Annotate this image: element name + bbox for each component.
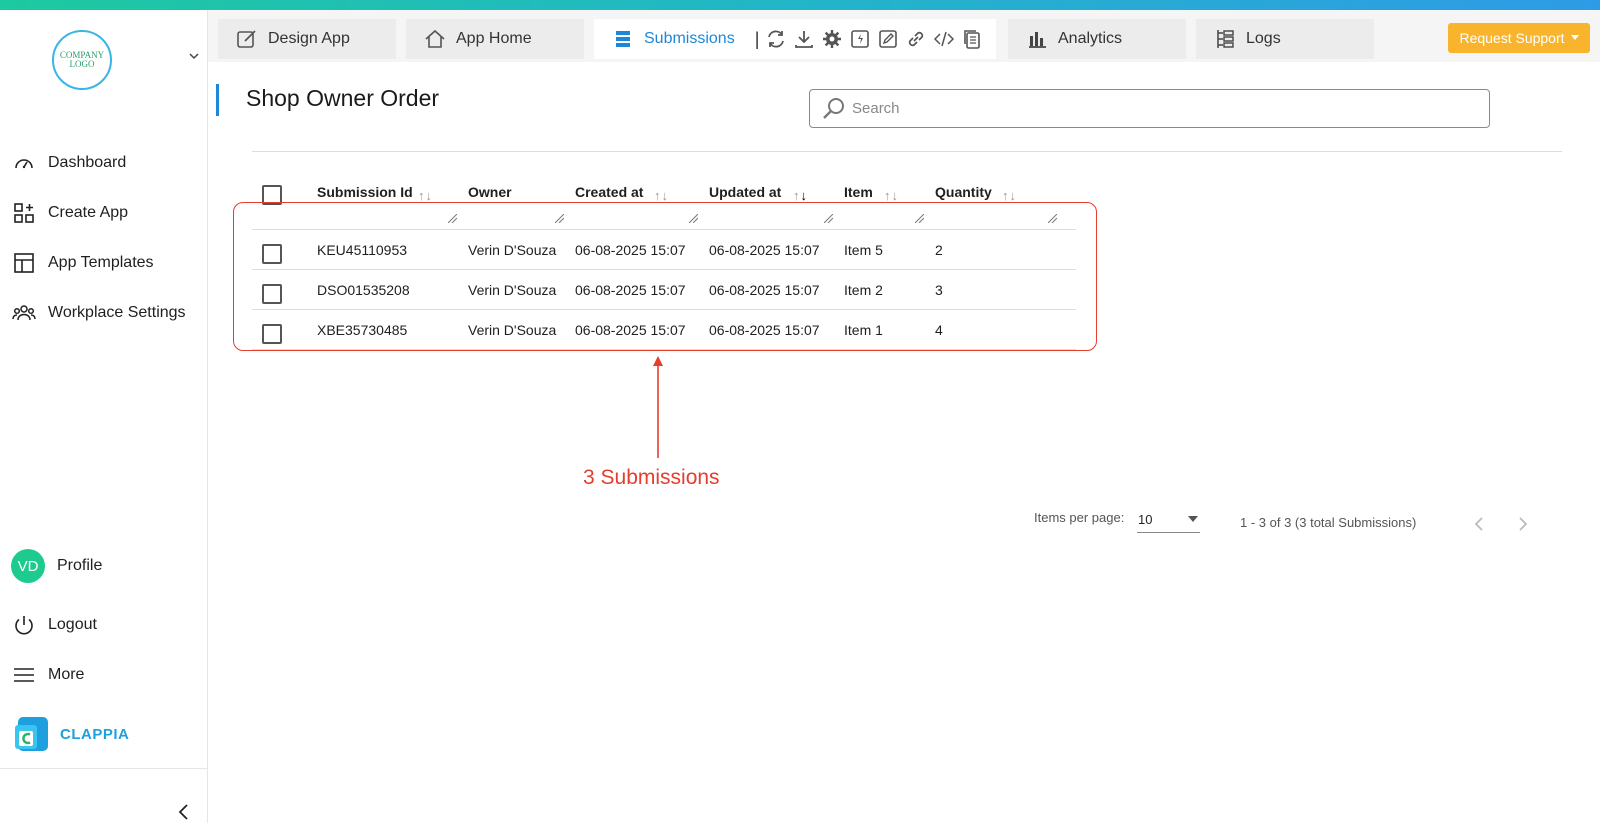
items-per-page-label: Items per page: bbox=[1034, 510, 1125, 525]
menu-icon bbox=[14, 668, 34, 682]
sort-icon[interactable]: ↑↓ bbox=[884, 188, 899, 203]
request-support-button[interactable]: Request Support bbox=[1448, 23, 1590, 53]
search-input[interactable] bbox=[852, 100, 1472, 117]
sidebar-item-more[interactable]: More bbox=[12, 660, 84, 690]
sidebar-item-dashboard[interactable]: Dashboard bbox=[12, 148, 126, 178]
download-icon[interactable] bbox=[793, 28, 815, 50]
chevron-down-icon[interactable] bbox=[188, 50, 200, 62]
copy-icon[interactable] bbox=[961, 28, 983, 50]
annotation-highlight-box bbox=[233, 202, 1097, 351]
separator: | bbox=[754, 28, 760, 49]
logs-icon bbox=[1217, 30, 1234, 48]
tab-label: Design App bbox=[268, 30, 350, 47]
annotation-arrow-icon bbox=[653, 356, 663, 458]
top-gradient-bar bbox=[0, 0, 1600, 10]
caret-down-icon bbox=[1188, 516, 1198, 522]
search-box[interactable] bbox=[809, 89, 1490, 128]
column-header-owner[interactable]: Owner bbox=[468, 184, 512, 200]
tab-submissions[interactable]: Submissions | bbox=[594, 19, 996, 59]
tab-label: Analytics bbox=[1058, 30, 1123, 47]
gauge-icon bbox=[15, 159, 33, 169]
gear-icon[interactable] bbox=[821, 28, 843, 50]
annotation-label: 3 Submissions bbox=[583, 466, 720, 489]
divider bbox=[252, 151, 1562, 152]
sidebar-item-profile[interactable]: VD Profile bbox=[11, 549, 102, 583]
column-header-submission-id[interactable]: Submission Id bbox=[317, 184, 413, 200]
sidebar-item-label: More bbox=[48, 666, 85, 683]
sidebar-item-label: Create App bbox=[48, 204, 129, 221]
caret-down-icon bbox=[1570, 35, 1579, 40]
column-header-updated-at[interactable]: Updated at bbox=[709, 184, 781, 200]
sidebar-item-workplace-settings[interactable]: Workplace Settings bbox=[12, 298, 186, 328]
sort-desc-icon[interactable]: ↑↓ bbox=[793, 188, 808, 203]
sort-icon[interactable]: ↑↓ bbox=[418, 188, 433, 203]
column-header-item[interactable]: Item bbox=[844, 184, 873, 200]
tab-label: App Home bbox=[456, 30, 532, 47]
sidebar-item-label: App Templates bbox=[48, 254, 154, 271]
grid-plus-icon bbox=[14, 203, 34, 223]
bolt-doc-icon[interactable] bbox=[849, 28, 871, 50]
column-header-created-at[interactable]: Created at bbox=[575, 184, 643, 200]
layout-icon bbox=[14, 253, 34, 273]
sidebar-item-label: Profile bbox=[57, 557, 103, 574]
company-logo[interactable]: COMPANY LOGO bbox=[52, 30, 112, 90]
code-icon[interactable] bbox=[933, 28, 955, 50]
sidebar: COMPANY LOGO Dashboard Create App App Tem… bbox=[0, 10, 208, 823]
tab-logs[interactable]: Logs bbox=[1196, 19, 1374, 59]
tab-label: Logs bbox=[1246, 30, 1281, 47]
edit-icon bbox=[237, 30, 256, 48]
avatar: VD bbox=[11, 549, 45, 583]
sort-icon[interactable]: ↑↓ bbox=[654, 188, 669, 203]
title-accent bbox=[216, 84, 219, 116]
items-per-page-select[interactable]: 10 bbox=[1137, 506, 1200, 533]
items-per-page-value: 10 bbox=[1138, 512, 1153, 527]
tab-analytics[interactable]: Analytics bbox=[1008, 19, 1186, 59]
prev-page-icon[interactable] bbox=[1472, 516, 1486, 532]
request-support-label: Request Support bbox=[1459, 30, 1565, 46]
column-header-quantity[interactable]: Quantity bbox=[935, 184, 992, 200]
page-title: Shop Owner Order bbox=[246, 85, 440, 111]
power-icon bbox=[15, 616, 33, 635]
search-icon bbox=[823, 97, 844, 119]
tab-bar: Design App App Home Submissions | Analyt… bbox=[208, 10, 1600, 62]
main-area: Design App App Home Submissions | Analyt… bbox=[208, 10, 1600, 823]
next-page-icon[interactable] bbox=[1516, 516, 1530, 532]
sidebar-item-app-templates[interactable]: App Templates bbox=[12, 248, 154, 278]
sidebar-item-label: Logout bbox=[48, 616, 97, 633]
chevron-left-icon[interactable] bbox=[176, 803, 192, 821]
pagination-range: 1 - 3 of 3 (3 total Submissions) bbox=[1240, 515, 1417, 530]
tab-design-app[interactable]: Design App bbox=[218, 19, 396, 59]
submission-toolbar: | bbox=[755, 28, 984, 50]
sidebar-item-label: Workplace Settings bbox=[48, 304, 186, 321]
brand: CLAPPIA bbox=[14, 717, 129, 751]
bar-chart-icon bbox=[1029, 32, 1046, 48]
edit-doc-icon[interactable] bbox=[877, 28, 899, 50]
clappia-logo-icon bbox=[15, 717, 48, 751]
sidebar-item-create-app[interactable]: Create App bbox=[12, 198, 128, 228]
sidebar-item-label: Dashboard bbox=[48, 154, 127, 171]
home-icon bbox=[425, 29, 445, 48]
tab-label: Submissions bbox=[644, 30, 735, 47]
tab-app-home[interactable]: App Home bbox=[406, 19, 584, 59]
users-icon bbox=[12, 305, 36, 321]
brand-name: CLAPPIA bbox=[60, 725, 130, 743]
sidebar-item-logout[interactable]: Logout bbox=[12, 610, 97, 640]
divider bbox=[0, 768, 208, 769]
database-icon bbox=[616, 31, 630, 47]
link-icon[interactable] bbox=[905, 28, 927, 50]
sort-icon[interactable]: ↑↓ bbox=[1002, 188, 1017, 203]
refresh-icon[interactable] bbox=[765, 28, 787, 50]
